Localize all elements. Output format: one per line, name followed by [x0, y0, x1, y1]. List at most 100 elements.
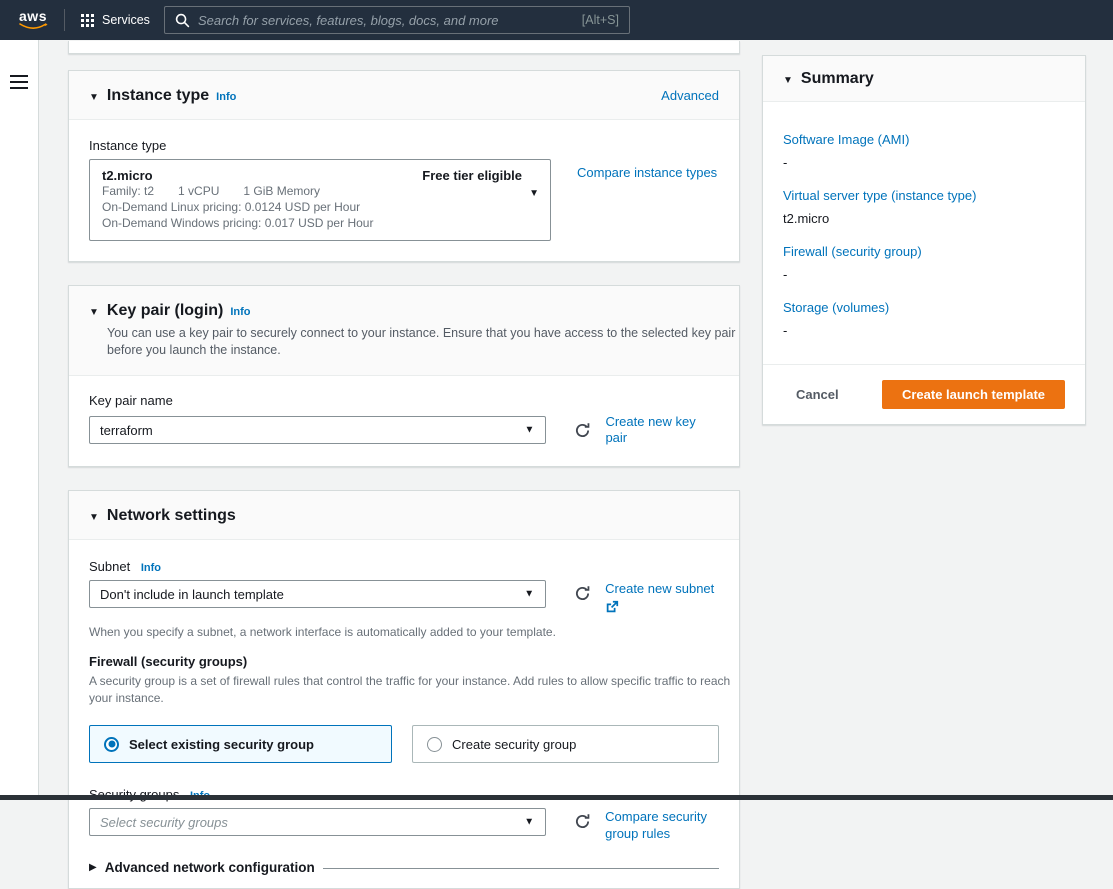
search-bar[interactable]: Search for services, features, blogs, do…: [163, 6, 630, 34]
instance-type-info-link[interactable]: Info: [216, 91, 236, 103]
select-caret-icon: ▼: [524, 588, 535, 600]
radio-create-label: Create security group: [452, 736, 577, 752]
aws-smile-icon: [19, 22, 48, 29]
search-shortcut: [Alt+S]: [581, 13, 619, 27]
refresh-icon: [576, 586, 590, 600]
aws-logo[interactable]: aws: [16, 7, 50, 31]
external-link-icon: [606, 600, 619, 613]
top-nav: aws Services Search for services, featur…: [0, 0, 1113, 40]
free-tier-badge: Free tier eligible: [422, 168, 522, 183]
key-pair-description: You can use a key pair to securely conne…: [107, 326, 736, 357]
create-new-subnet-label: Create new subnet: [605, 581, 715, 596]
radio-existing-label: Select existing security group: [129, 736, 314, 752]
window-bottom-edge: [0, 795, 1113, 800]
collapse-caret-icon: ▼: [783, 75, 793, 86]
key-pair-body: Key pair name terraform ▼ Create new key…: [69, 376, 739, 466]
subnet-field-label: Subnet Info: [89, 559, 719, 574]
windows-pricing: On-Demand Windows pricing: 0.017 USD per…: [102, 216, 374, 230]
refresh-icon: [576, 422, 590, 437]
create-new-subnet-link[interactable]: Create new subnet: [605, 580, 719, 614]
select-caret-icon: ▼: [529, 188, 539, 199]
select-caret-icon: ▼: [524, 424, 535, 436]
summary-header[interactable]: ▼ Summary: [763, 56, 1085, 102]
expand-caret-icon: ▶: [89, 862, 97, 873]
subnet-label: Subnet: [89, 559, 131, 574]
summary-value-instance-type: t2.micro: [783, 211, 830, 226]
instance-type-value: t2.micro: [102, 168, 153, 183]
network-settings-header[interactable]: ▼ Network settings: [69, 491, 739, 540]
instance-type-header[interactable]: ▼ Instance type Info Advanced: [69, 71, 739, 120]
subnet-note: When you specify a subnet, a network int…: [89, 625, 556, 639]
summary-value-firewall: -: [783, 267, 788, 282]
collapse-caret-icon: ▼: [89, 92, 99, 103]
summary-link-storage[interactable]: Storage (volumes): [783, 300, 1065, 315]
advanced-link[interactable]: Advanced: [661, 88, 719, 103]
instance-family: Family: t2: [102, 184, 155, 198]
services-grid-icon: [81, 13, 94, 27]
summary-footer: Cancel Create launch template: [763, 364, 1085, 424]
create-launch-template-button[interactable]: Create launch template: [881, 380, 1065, 409]
refresh-icon: [576, 814, 590, 828]
firewall-label: Firewall (security groups): [89, 654, 248, 669]
left-rail: [0, 40, 39, 800]
network-settings-section: ▼ Network settings Subnet Info Don't inc…: [68, 490, 740, 889]
collapse-caret-icon: ▼: [89, 307, 99, 318]
summary-value-storage: -: [783, 323, 788, 338]
instance-type-field-label: Instance type: [89, 138, 167, 153]
firewall-description: A security group is a set of firewall ru…: [89, 674, 731, 705]
select-caret-icon: ▼: [524, 816, 535, 828]
previous-section-card-edge: [68, 41, 740, 54]
security-groups-placeholder: Select security groups: [100, 814, 228, 830]
network-settings-title: Network settings: [106, 507, 236, 524]
network-settings-body: Subnet Info Don't include in launch temp…: [69, 540, 739, 888]
key-pair-value: terraform: [100, 422, 153, 438]
instance-type-body: Instance type t2.micro Free tier eligibl…: [69, 120, 739, 261]
refresh-key-pairs-button[interactable]: [574, 422, 591, 439]
key-pair-info-link[interactable]: Info: [230, 306, 250, 318]
key-pair-section: ▼ Key pair (login) Info You can use a ke…: [68, 285, 740, 467]
services-menu[interactable]: Services: [81, 13, 150, 27]
summary-link-instance-type[interactable]: Virtual server type (instance type): [783, 188, 1065, 203]
services-label: Services: [102, 13, 150, 27]
radio-unselected-icon: [427, 736, 443, 752]
compare-instance-types-link[interactable]: Compare instance types: [577, 159, 717, 180]
key-pair-field-label: Key pair name: [89, 393, 173, 408]
instance-vcpu: 1 vCPU: [178, 184, 220, 198]
search-icon: [175, 13, 190, 27]
hamburger-menu-icon[interactable]: [10, 75, 28, 89]
collapse-caret-icon: ▼: [89, 512, 99, 523]
subnet-select[interactable]: Don't include in launch template ▼: [89, 580, 547, 608]
cancel-button[interactable]: Cancel: [796, 387, 839, 402]
nav-divider: [64, 9, 65, 31]
radio-selected-icon: [104, 736, 119, 752]
summary-body: Software Image (AMI) - Virtual server ty…: [763, 102, 1085, 364]
main-column: ▼ Instance type Info Advanced Instance t…: [68, 40, 740, 889]
aws-logo-text: aws: [19, 7, 47, 24]
advanced-network-configuration-label: Advanced network configuration: [104, 860, 315, 875]
key-pair-header[interactable]: ▼ Key pair (login) Info You can use a ke…: [69, 286, 739, 376]
compare-security-group-rules-link[interactable]: Compare security group rules: [605, 808, 719, 842]
refresh-subnets-button[interactable]: [574, 585, 591, 602]
instance-type-select[interactable]: t2.micro Free tier eligible Family: t2 1 …: [89, 159, 551, 241]
advanced-network-configuration-toggle[interactable]: ▶ Advanced network configuration: [89, 858, 719, 888]
instance-type-title: Instance type: [106, 87, 210, 104]
summary-panel: ▼ Summary Software Image (AMI) - Virtual…: [762, 55, 1086, 425]
refresh-security-groups-button[interactable]: [574, 813, 591, 830]
radio-create-security-group[interactable]: Create security group: [412, 725, 719, 763]
summary-link-ami[interactable]: Software Image (AMI): [783, 132, 1065, 147]
instance-type-section: ▼ Instance type Info Advanced Instance t…: [68, 70, 740, 262]
search-placeholder: Search for services, features, blogs, do…: [197, 12, 499, 28]
key-pair-title: Key pair (login): [106, 302, 224, 319]
create-new-key-pair-link[interactable]: Create new key pair: [605, 414, 719, 446]
key-pair-select[interactable]: terraform ▼: [89, 416, 547, 444]
subnet-value: Don't include in launch template: [100, 586, 284, 602]
summary-title: Summary: [800, 70, 874, 87]
summary-column: ▼ Summary Software Image (AMI) - Virtual…: [762, 55, 1086, 425]
linux-pricing: On-Demand Linux pricing: 0.0124 USD per …: [102, 200, 361, 214]
radio-select-existing-security-group[interactable]: Select existing security group: [89, 725, 393, 763]
instance-memory: 1 GiB Memory: [243, 184, 321, 198]
summary-value-ami: -: [783, 155, 788, 170]
security-groups-select[interactable]: Select security groups ▼: [89, 808, 547, 836]
summary-link-firewall[interactable]: Firewall (security group): [783, 244, 1065, 259]
subnet-info-link[interactable]: Info: [141, 562, 161, 574]
